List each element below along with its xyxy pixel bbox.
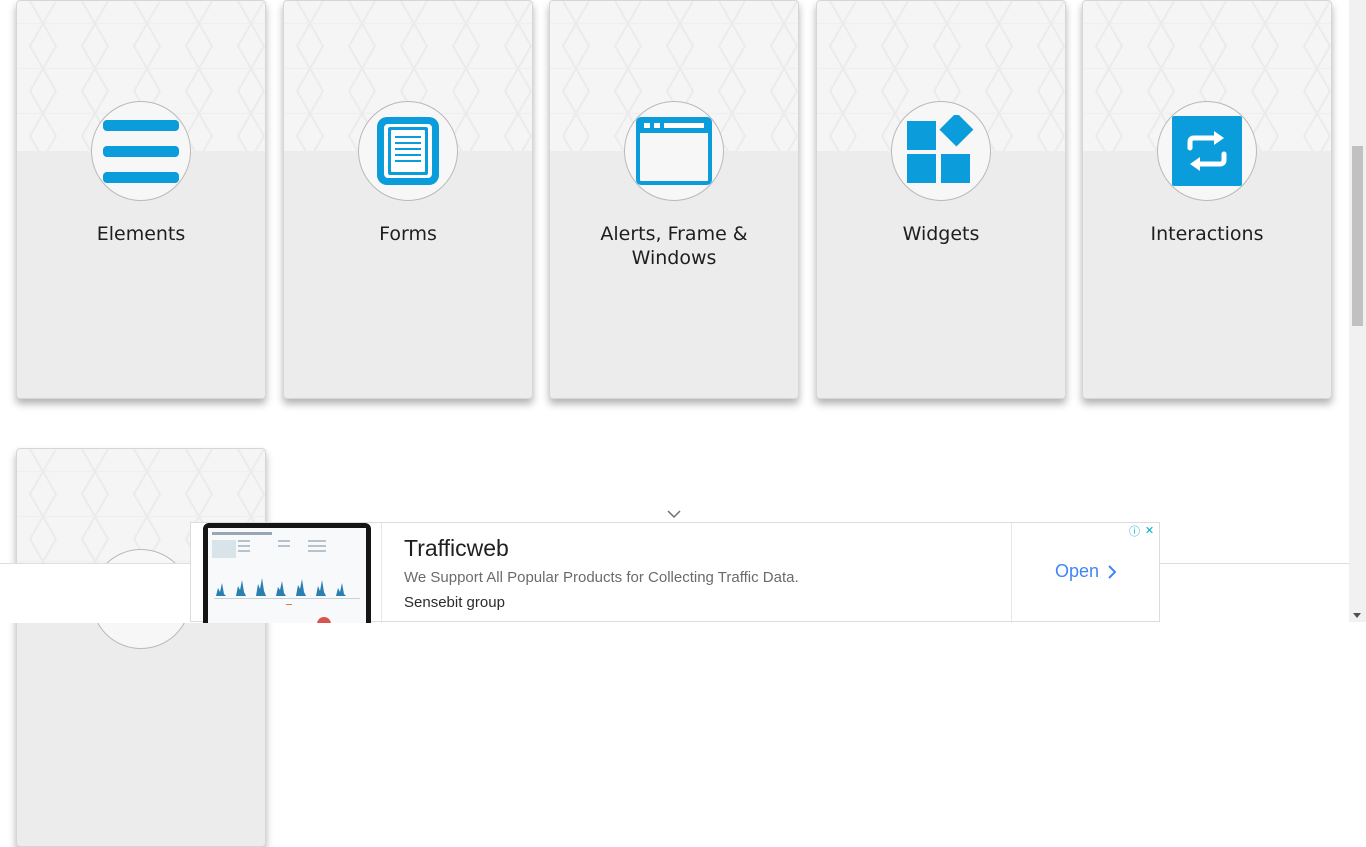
card-book-store[interactable] (16, 448, 266, 847)
scrollbar-thumb[interactable] (1352, 146, 1363, 326)
swap-arrows-icon (1172, 116, 1242, 186)
card-title: Widgets (902, 223, 980, 245)
vertical-scrollbar[interactable] (1349, 0, 1366, 622)
card-icon-circle (1157, 101, 1257, 201)
card-alerts-frame-windows[interactable]: Alerts, Frame & Windows (549, 0, 799, 399)
chevron-down-icon[interactable] (666, 508, 682, 520)
ad-open-label: Open (1055, 561, 1100, 581)
ad-divider (381, 523, 382, 623)
close-icon[interactable]: ✕ (1142, 523, 1157, 538)
info-icon[interactable]: ⓘ (1127, 523, 1142, 538)
card-icon-circle (358, 101, 458, 201)
chevron-right-icon (1108, 564, 1117, 579)
card-widgets[interactable]: Widgets (816, 0, 1066, 399)
card-icon-circle (91, 101, 191, 201)
card-title: Alerts, Frame & Windows (600, 223, 748, 269)
adchoices[interactable]: ⓘ ✕ (1127, 523, 1159, 538)
ad-banner[interactable]: Trafficweb We Support All Popular Produc… (190, 522, 1160, 631)
ad-thumbnail (203, 523, 371, 631)
card-elements[interactable]: Elements (16, 0, 266, 399)
ad-headline[interactable]: Trafficweb (404, 535, 509, 562)
card-icon-circle (624, 101, 724, 201)
browser-window-icon (636, 117, 712, 185)
card-forms[interactable]: Forms (283, 0, 533, 399)
card-title: Interactions (1150, 223, 1264, 245)
ad-open-button[interactable]: Open (1055, 561, 1117, 582)
widgets-icon (907, 115, 974, 183)
card-title: Forms (379, 223, 437, 245)
document-icon (377, 117, 439, 185)
card-icon-circle (891, 101, 991, 201)
card-title: Elements (96, 223, 186, 245)
ad-advertiser: Sensebit group (404, 594, 505, 611)
ad-cta-divider (1011, 523, 1012, 623)
ad-description: We Support All Popular Products for Coll… (404, 569, 799, 586)
card-interactions[interactable]: Interactions (1082, 0, 1332, 399)
scroll-down-arrow-icon[interactable] (1353, 613, 1361, 618)
hamburger-icon (103, 120, 179, 183)
traffic-chart-image (208, 528, 366, 631)
